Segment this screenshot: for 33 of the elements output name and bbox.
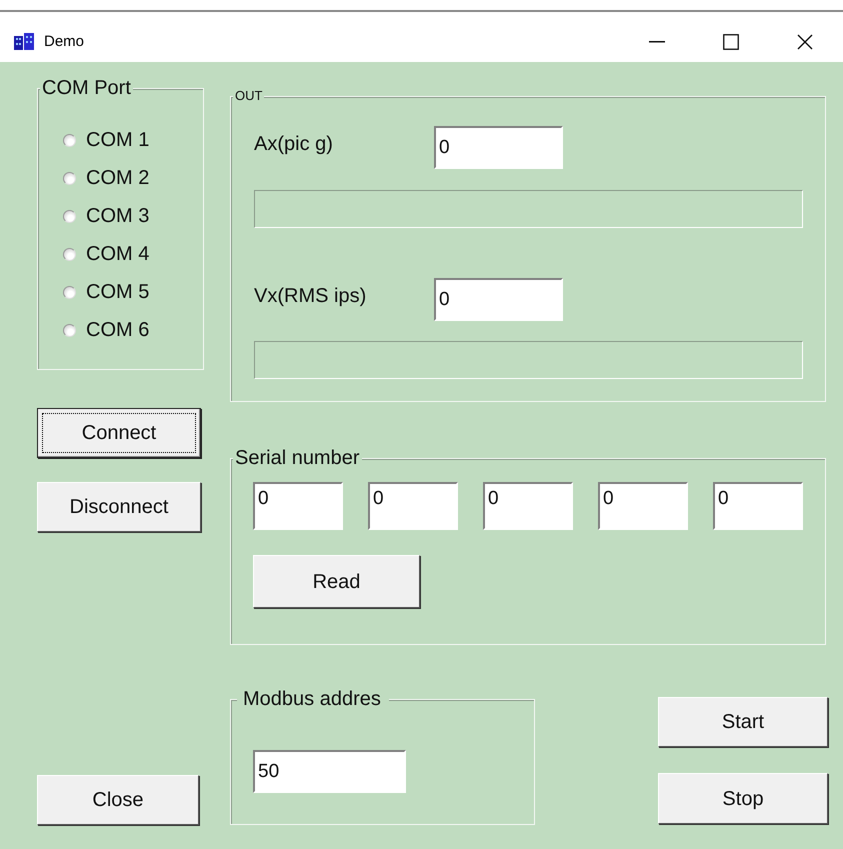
input-field[interactable]: 0 — [483, 482, 573, 530]
close-icon — [797, 34, 813, 50]
input-field[interactable]: 0 — [434, 278, 563, 321]
action-button[interactable]: Connect — [37, 408, 201, 458]
minimize-icon — [649, 41, 665, 43]
input-field[interactable]: 0 — [434, 126, 563, 169]
radio-label[interactable]: COM 1 — [86, 125, 150, 155]
field-label: Ax(pic g) — [254, 132, 334, 156]
radio-button[interactable] — [63, 324, 76, 336]
radio-button[interactable] — [63, 134, 76, 146]
input-field[interactable]: 50 — [253, 750, 406, 793]
input-field[interactable]: 0 — [253, 482, 343, 530]
input-field[interactable]: 0 — [598, 482, 688, 530]
start-button[interactable]: Start — [658, 697, 828, 747]
radio-label[interactable]: COM 6 — [86, 315, 150, 345]
radio-button[interactable] — [63, 248, 76, 260]
close-button[interactable]: Close — [37, 775, 199, 825]
radio-button[interactable] — [63, 286, 76, 298]
radio-button[interactable] — [63, 172, 76, 184]
input-field[interactable]: 0 — [368, 482, 458, 530]
input-field[interactable]: 0 — [713, 482, 803, 530]
radio-button[interactable] — [63, 210, 76, 222]
field-label: Vx(RMS ips) — [254, 284, 368, 308]
maximize-icon — [723, 34, 739, 50]
radio-label[interactable]: COM 3 — [86, 201, 150, 231]
radio-label[interactable]: COM 5 — [86, 277, 150, 307]
window-title: Demo — [44, 32, 84, 52]
read-button[interactable]: Read — [253, 555, 420, 608]
radio-label[interactable]: COM 4 — [86, 239, 150, 269]
radio-label[interactable]: COM 2 — [86, 163, 150, 193]
action-button[interactable]: Disconnect — [37, 482, 201, 532]
app-icon — [14, 33, 34, 51]
stop-button[interactable]: Stop — [658, 773, 828, 824]
